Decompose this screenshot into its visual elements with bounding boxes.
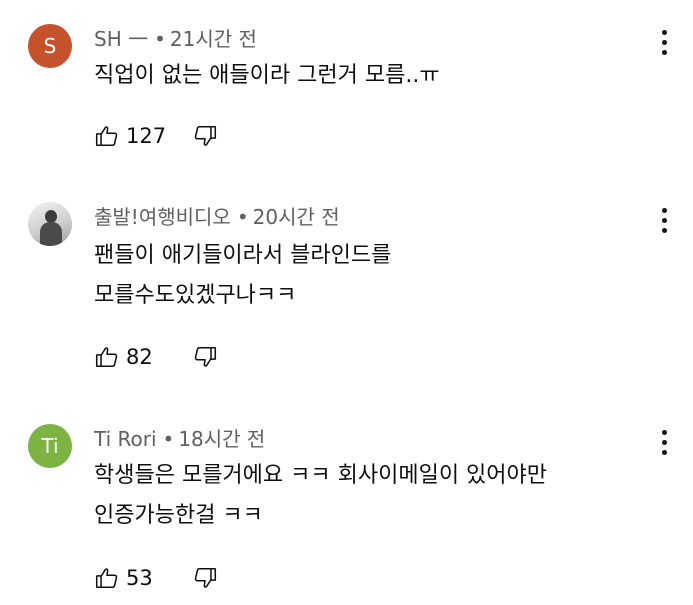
like-count: 127: [126, 124, 167, 148]
thumb-down-icon: [194, 347, 217, 367]
comment-time[interactable]: 21시간 전: [170, 27, 257, 51]
thumb-up-icon: [95, 126, 118, 146]
comment-text-line: 팬들이 애기들이라서 블라인드를: [94, 243, 392, 268]
like-button[interactable]: [94, 123, 120, 149]
avatar[interactable]: S: [28, 24, 72, 68]
like-count: 53: [126, 566, 153, 590]
more-options-button[interactable]: [652, 426, 676, 460]
comment-meta: 출발!여행비디오 • 20시간 전: [94, 202, 340, 232]
thumb-up-icon: [95, 347, 118, 367]
comment-actions: 53: [94, 560, 218, 596]
author-name[interactable]: SH 一: [94, 27, 148, 51]
avatar-photo-body: [40, 222, 62, 246]
avatar[interactable]: [28, 202, 72, 246]
comment-text-line: 직업이 없는 애들이라 그런거 모름..ㅠ: [94, 63, 440, 88]
meta-separator: •: [236, 205, 249, 229]
dislike-button[interactable]: [192, 344, 218, 370]
comment-time[interactable]: 20시간 전: [253, 205, 340, 229]
more-options-button[interactable]: [652, 204, 676, 238]
avatar[interactable]: Ti: [28, 424, 72, 468]
like-button[interactable]: [94, 565, 120, 591]
like-button[interactable]: [94, 344, 120, 370]
meta-separator: •: [154, 27, 166, 51]
thumb-down-icon: [194, 568, 217, 588]
more-options-button[interactable]: [652, 26, 676, 60]
comment-time[interactable]: 18시간 전: [178, 427, 265, 451]
thumb-down-icon: [194, 126, 217, 146]
comment-meta: SH 一 • 21시간 전: [94, 24, 257, 54]
comment-text-line: 모를수도있겠구나ㅋㅋ: [94, 283, 297, 308]
thumb-up-icon: [95, 568, 118, 588]
comment-text-line: 인증가능한걸 ㅋㅋ: [94, 503, 263, 528]
author-name[interactable]: 출발!여행비디오: [94, 205, 231, 229]
comment-actions: 82: [94, 339, 218, 375]
avatar-initial: Ti: [41, 434, 59, 458]
comment-text-line: 학생들은 모를거에요 ㅋㅋ 회사이메일이 있어야만: [94, 463, 548, 488]
dislike-button[interactable]: [192, 123, 218, 149]
dislike-button[interactable]: [192, 565, 218, 591]
author-name[interactable]: Ti Rori: [94, 427, 157, 451]
avatar-initial: S: [43, 34, 57, 58]
comment-meta: Ti Rori • 18시간 전: [94, 424, 265, 454]
comment-actions: 127: [94, 118, 218, 154]
like-count: 82: [126, 345, 153, 369]
meta-separator: •: [162, 427, 175, 451]
